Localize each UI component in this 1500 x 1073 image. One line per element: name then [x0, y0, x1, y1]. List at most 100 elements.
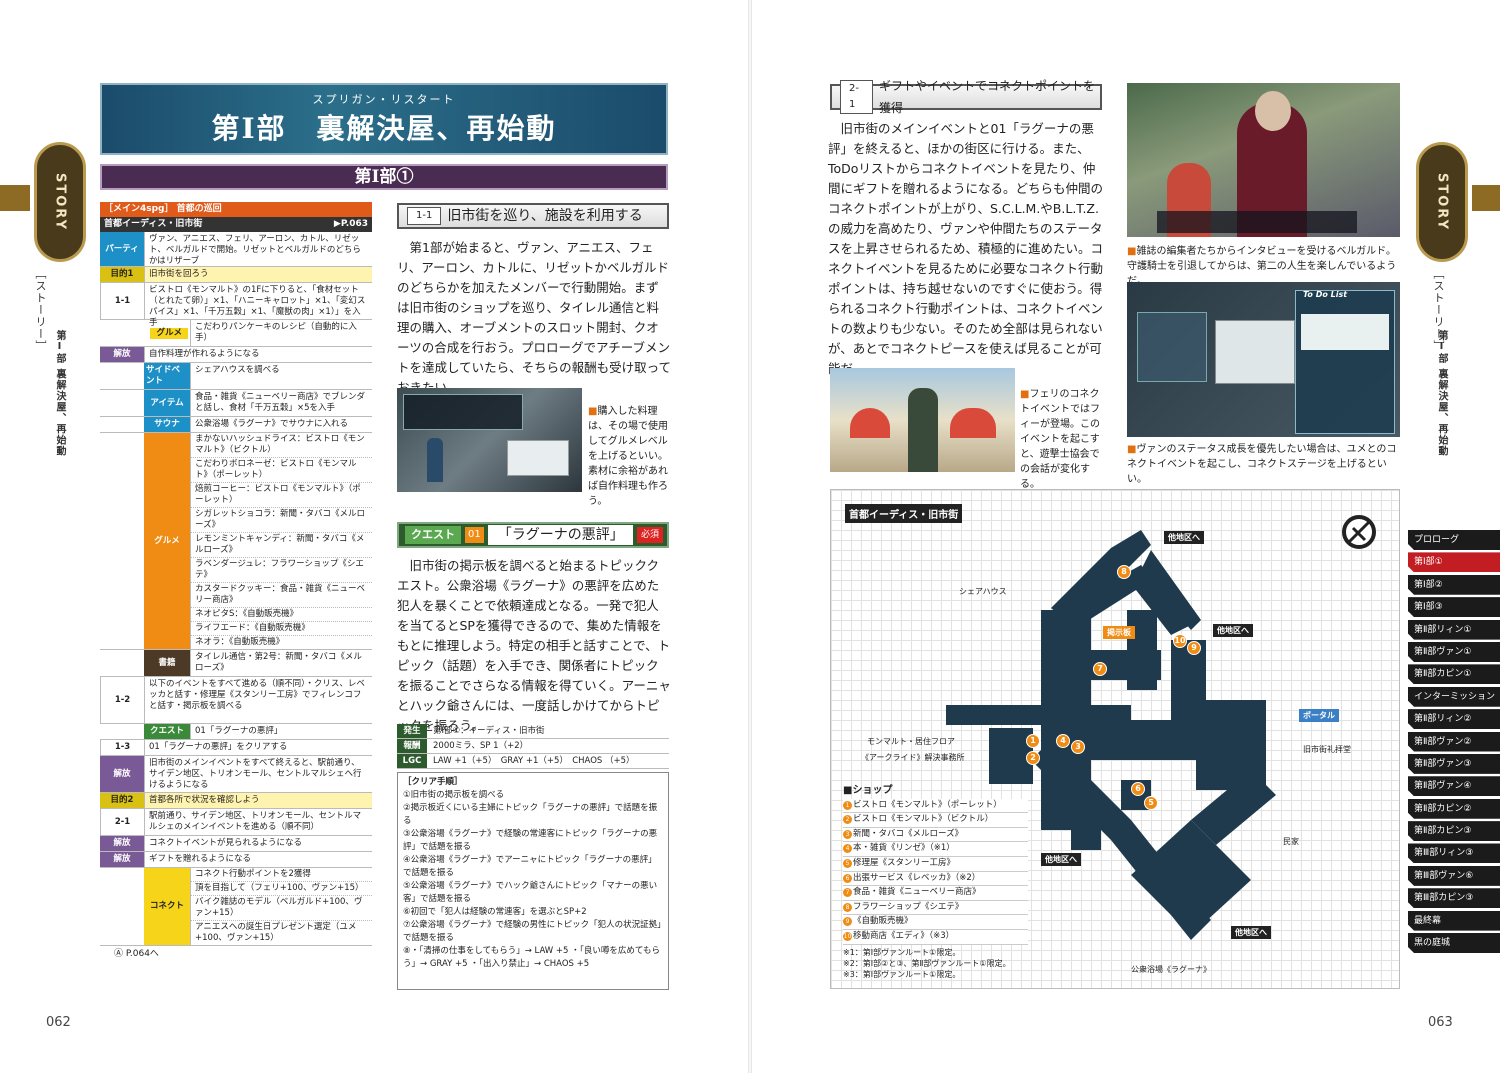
goal2-text: 首都各所で状況を確認しよう [144, 793, 372, 808]
nav-item[interactable]: 第Ⅲ部リィン③ [1408, 843, 1500, 864]
gurume-item: まかないハッシュドライス：ビストロ《モンマルト》（ビクトル） [191, 433, 372, 458]
shop-list-title: ■ショップ [843, 785, 893, 796]
info-value: 2000ミラ、SP 1（+2） [433, 741, 529, 751]
clear-steps: ［クリア手順］ ①旧市街の掲示板を調べる ②掲示板近くにいる主婦にトピック「ラグ… [397, 772, 669, 990]
shop-item: フラワーショップ《シエテ》 [853, 901, 964, 912]
section-2-1-header: 2-1 ギフトやイベントでコネクトポイントを獲得 [830, 79, 1102, 115]
section-2-1-body: 旧市街のメインイベントと01「ラグーナの悪評」を終えると、ほかの街区に行ける。ま… [828, 121, 1104, 376]
page-number-left: 062 [46, 1015, 71, 1030]
book-label: 書籍 [144, 650, 190, 676]
nav-item[interactable]: 第Ⅱ部ヴァン② [1408, 731, 1500, 752]
caption-feri: ■フェリのコネクトイベントではフィーが登場。このイベントを起こすと、遊撃士協会で… [1020, 389, 1100, 490]
connect-list: コネクト行動ポイントを2獲得 頂を目指して（フェリ+100、ヴァン+15） バイ… [190, 868, 372, 945]
unlock1-text: 自作料理が作れるようになる [144, 347, 372, 362]
step-item: ③公衆浴場《ラグーナ》で経験の常連客にトピック「ラグーナの悪評」で話題を振る [403, 829, 658, 852]
step-2-1-text: 駅前通り、サイデン地区、トリオンモール、セントルマルシェのメインイベントを進める… [144, 809, 372, 835]
nav-item[interactable]: 第Ⅰ部② [1408, 574, 1500, 595]
table-header: ［メイン4spg］ 首都の巡回 [100, 202, 372, 217]
caption-todo-text: ヴァンのステータス成長を優先したい場合は、ユメとのコネクトイベントを起こし、コネ… [1127, 444, 1397, 485]
step-item: ⑤公衆浴場《ラグーナ》でハック爺さんにトピック「マナーの悪い客」で話題を振る [403, 881, 658, 904]
step-item: ④公衆浴場《ラグーナ》でアーニャにトピック「ラグーナの悪評」で話題を振る [403, 855, 657, 878]
step-1-3-text: 01「ラグーナの悪評」をクリアする [144, 740, 372, 755]
section-number: 2-1 [840, 80, 874, 114]
step-item: ⑧・「清掃の仕事をしてもらう」→ LAW +5 ・「良い噂を広めてもらう」→ G… [403, 946, 660, 969]
chapter-title-banner: スプリガン・リスタート 第Ⅰ部 裏解決屋、再始動 [100, 83, 668, 155]
label-other-district-3: 他地区へ [1041, 853, 1081, 866]
location-name: 首都イーディス・旧市街 [104, 219, 203, 229]
nav-item[interactable]: 黒の庭城 [1408, 933, 1500, 954]
party-text: ヴァン、アニエス、フェリ、アーロン、カトル、リゼット、ベルガルドで開始。リゼット… [144, 232, 372, 266]
label-montmartre: モンマルト・居住フロア [867, 737, 955, 746]
gurume-item: こだわりボロネーゼ：ビストロ《モンマルト》（ポーレット） [191, 458, 372, 483]
item-text: 食品・雑貨《ニューベリー商店》でブレンダと話し、食材「千万五穀」×5を入手 [190, 390, 372, 416]
nav-item-active[interactable]: 第Ⅰ部① [1408, 552, 1500, 573]
shop-item: ビストロ《モンマルト》（ポーレット） [853, 799, 1002, 810]
left-vertical-title: 第Ⅰ部 裏解決屋、再始動 [54, 330, 65, 457]
caption-bergard-text: 雑誌の編集者たちからインタビューを受けるベルガルド。守護騎士を引退してからは、第… [1127, 246, 1397, 287]
nav-item[interactable]: 第Ⅲ部ヴァン⑥ [1408, 865, 1500, 886]
nav-item[interactable]: 第Ⅱ部カピン③ [1408, 821, 1500, 842]
info-key: 発生 [397, 724, 427, 738]
gurume-item: カスタードクッキー：食品・雑貨《ニューベリー商店》 [191, 583, 372, 608]
quest-body: 旧市街の掲示板を調べると始まるトピッククエスト。公衆浴場《ラグーナ》の悪評を広め… [397, 558, 671, 733]
gurume2-label: グルメ [144, 433, 190, 649]
shop-item: ビストロ《モンマルト》（ビクトル） [853, 814, 994, 825]
nav-item[interactable]: 第Ⅱ部リィン② [1408, 709, 1500, 730]
quest-title: 「ラグーナの悪評」 [487, 525, 633, 545]
map-pin-5: 5 [1144, 796, 1158, 810]
step-item: ①旧市街の掲示板を調べる [403, 790, 505, 800]
nav-item[interactable]: 第Ⅱ部カピン② [1408, 798, 1500, 819]
section-1-1-body: 第1部が始まると、ヴァン、アニエス、フェリ、アーロン、カトルに、リゼットかベルガ… [397, 240, 672, 395]
section-1-1-header: 1-1 旧市街を巡り、施設を利用する [397, 203, 669, 229]
caption-feri-text: フェリのコネクトイベントではフィーが登場。このイベントを起こすと、遊撃士協会での… [1020, 389, 1100, 490]
item-label: アイテム [144, 390, 190, 416]
nav-item[interactable]: 最終幕 [1408, 910, 1500, 931]
label-notice-board: 掲示板 [1103, 626, 1135, 639]
nav-item[interactable]: 第Ⅰ部③ [1408, 597, 1500, 618]
screenshot-bergard [1127, 83, 1400, 237]
step-item: ⑥初回で「犯人は経験の常連客」を選ぶとSP+2 [403, 907, 587, 917]
right-gold-bar [1472, 185, 1500, 211]
section-title: ギフトやイベントでコネクトポイントを獲得 [879, 79, 1096, 115]
nav-item[interactable]: インターミッション [1408, 686, 1500, 707]
nav-item[interactable]: 第Ⅱ部ヴァン① [1408, 641, 1500, 662]
nav-item[interactable]: 第Ⅱ部リィン① [1408, 619, 1500, 640]
map-pin-10: 10 [1173, 634, 1187, 648]
nav-item[interactable]: 第Ⅱ部ヴァン④ [1408, 776, 1500, 797]
table-footer: Ⓐ P.064へ [114, 949, 159, 959]
quest-required-badge: 必須 [636, 527, 663, 543]
goal1-text: 旧市街を回ろう [144, 267, 372, 282]
connect-item: 頂を目指して（フェリ+100、ヴァン+15） [191, 882, 372, 896]
map-pin-2: 2 [1026, 751, 1040, 765]
shop-list: ■ショップ 1 ビストロ《モンマルト》（ポーレット） 2 ビストロ《モンマルト》（ビ… [843, 785, 1028, 980]
sauna-label: サウナ [144, 417, 190, 432]
connect-item: バイク雑誌のモデル（ベルガルド+100、ヴァン+15） [191, 896, 372, 921]
screenshot-cooking [397, 388, 582, 492]
label-other-district-1: 他地区へ [1164, 531, 1204, 544]
unlock3-text: コネクトイベントが見られるようになる [144, 836, 372, 851]
left-gold-bar [0, 185, 30, 211]
unlock3-label: 解放 [100, 836, 144, 851]
gurume-item: シガレットショコラ：新聞・タバコ《メルローズ》 [191, 508, 372, 533]
gurume-item: 焙煎コーヒー：ビストロ《モンマルト》（ポーレット） [191, 483, 372, 508]
title-ruby: スプリガン・リスタート [312, 93, 456, 106]
nav-item[interactable]: 第Ⅱ部カピン① [1408, 664, 1500, 685]
screenshot-todo: To Do List [1127, 282, 1400, 437]
book-text: タイレル通信・第2号：新聞・タバコ《メルローズ》 [190, 650, 372, 676]
quest-tag: クエスト [405, 526, 461, 544]
caption-todo: ■ヴァンのステータス成長を優先したい場合は、ユメとのコネクトイベントを起こし、コ… [1127, 444, 1397, 485]
info-key: LGC [397, 754, 427, 768]
label-arkride-office: 《アークライド》解決事務所 [861, 753, 965, 762]
nav-item[interactable]: プロローグ [1408, 530, 1500, 550]
shop-note: ※1：第Ⅰ部ヴァンルート①限定。 [843, 947, 961, 957]
subevent-text: シェアハウスを調べる [190, 363, 372, 389]
unlock4-label: 解放 [100, 852, 144, 867]
location-page-ref: ▶P.063 [333, 219, 368, 229]
step-2-1-label: 2-1 [100, 809, 144, 835]
goal2-label: 目的2 [100, 793, 144, 808]
nav-item[interactable]: 第Ⅲ部カピン③ [1408, 888, 1500, 909]
shop-item: 《自動販売機》 [853, 916, 913, 927]
section-number: 1-1 [407, 207, 442, 225]
nav-item[interactable]: 第Ⅱ部ヴァン③ [1408, 753, 1500, 774]
party-label: パーティ [100, 232, 144, 266]
